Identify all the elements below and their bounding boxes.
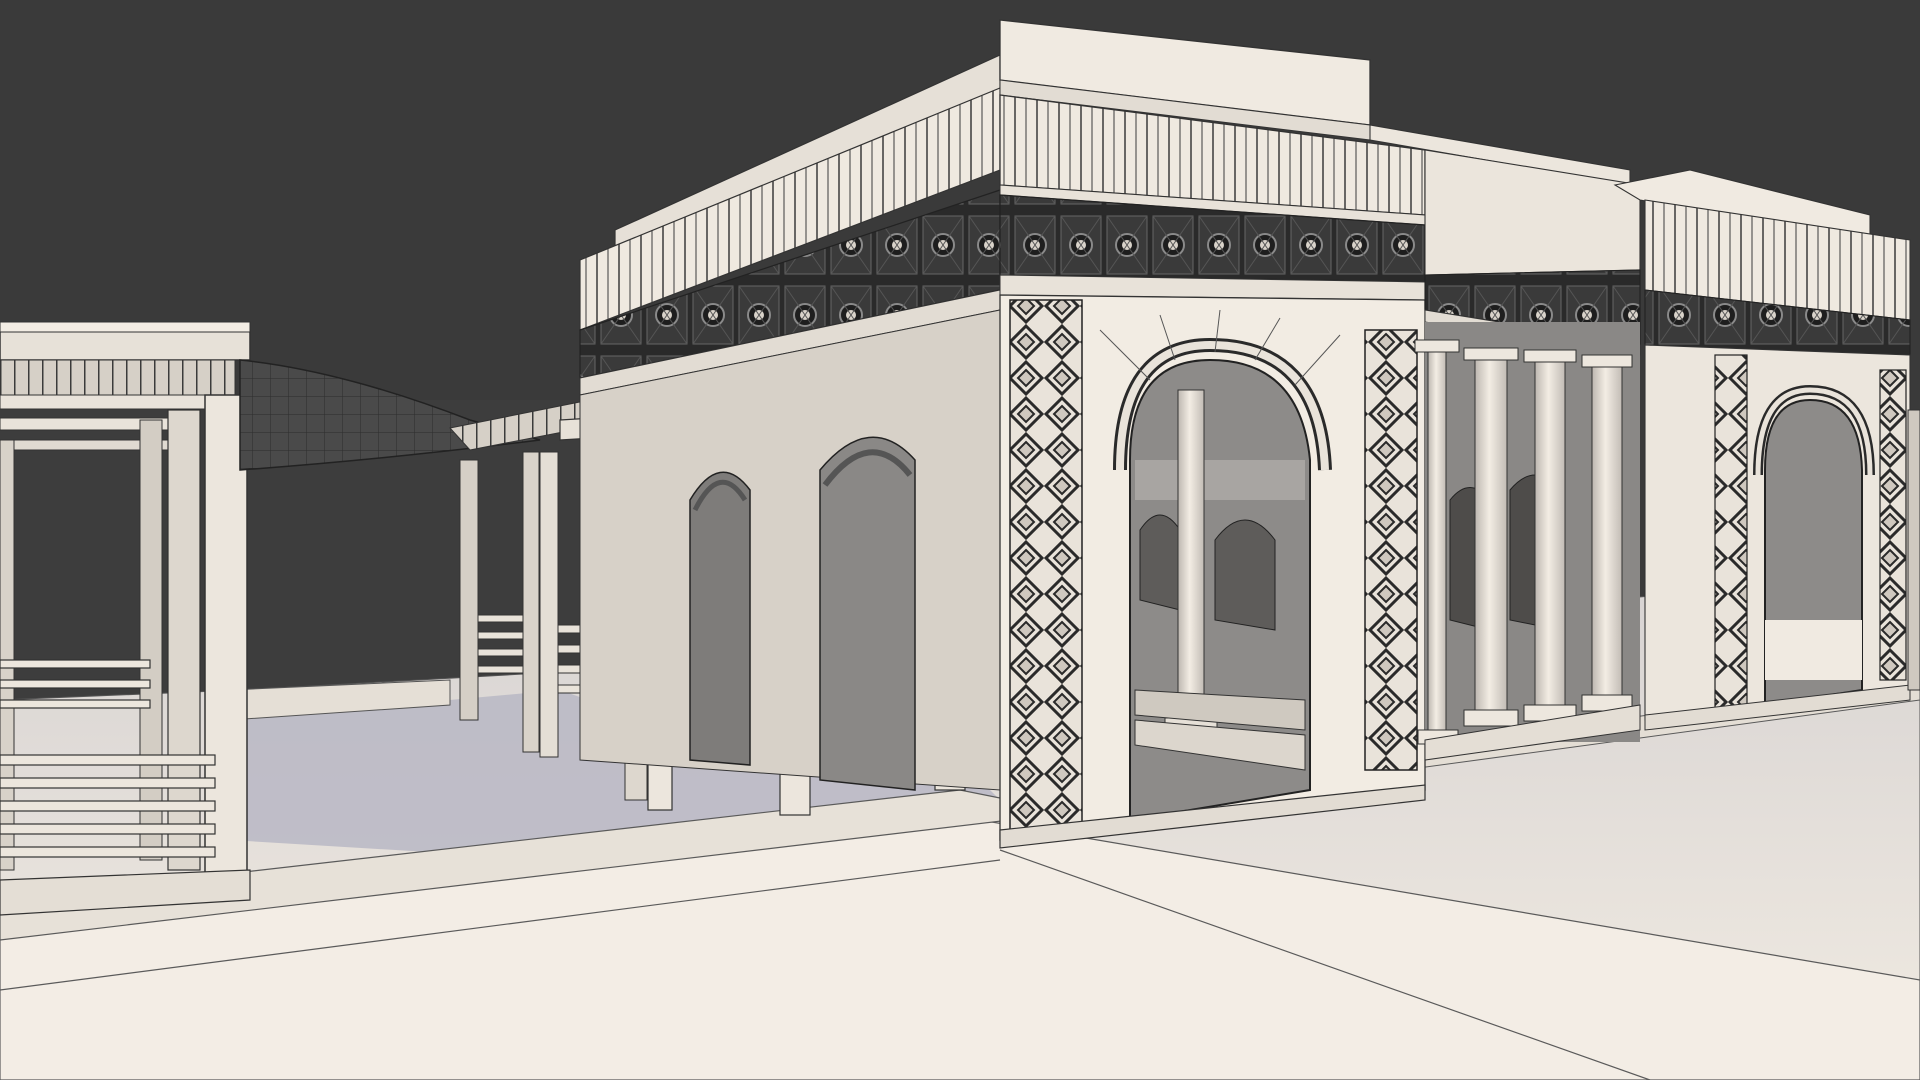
lattice-pilaster <box>1364 329 1418 771</box>
pergola-post <box>459 459 479 721</box>
render-scene <box>0 0 1920 1080</box>
doric-column <box>1534 354 1566 711</box>
doric-column <box>1427 344 1447 736</box>
interior-column <box>1177 389 1205 721</box>
lattice-pilaster <box>1879 369 1907 681</box>
side-arch-opening <box>689 471 751 766</box>
pergola-post <box>539 451 559 758</box>
lattice-pilaster <box>1714 354 1748 711</box>
doric-column <box>1474 354 1508 716</box>
side-arch-opening <box>819 436 916 791</box>
pergola-post <box>522 451 540 753</box>
right-pavilion-block <box>1613 169 1911 731</box>
doric-column <box>1591 359 1623 701</box>
lattice-pilaster <box>1009 299 1083 831</box>
pergola-post <box>139 419 163 861</box>
3d-viewport[interactable] <box>0 0 1920 1080</box>
far-right-wall <box>1907 409 1920 691</box>
building-front-block <box>999 19 1426 849</box>
